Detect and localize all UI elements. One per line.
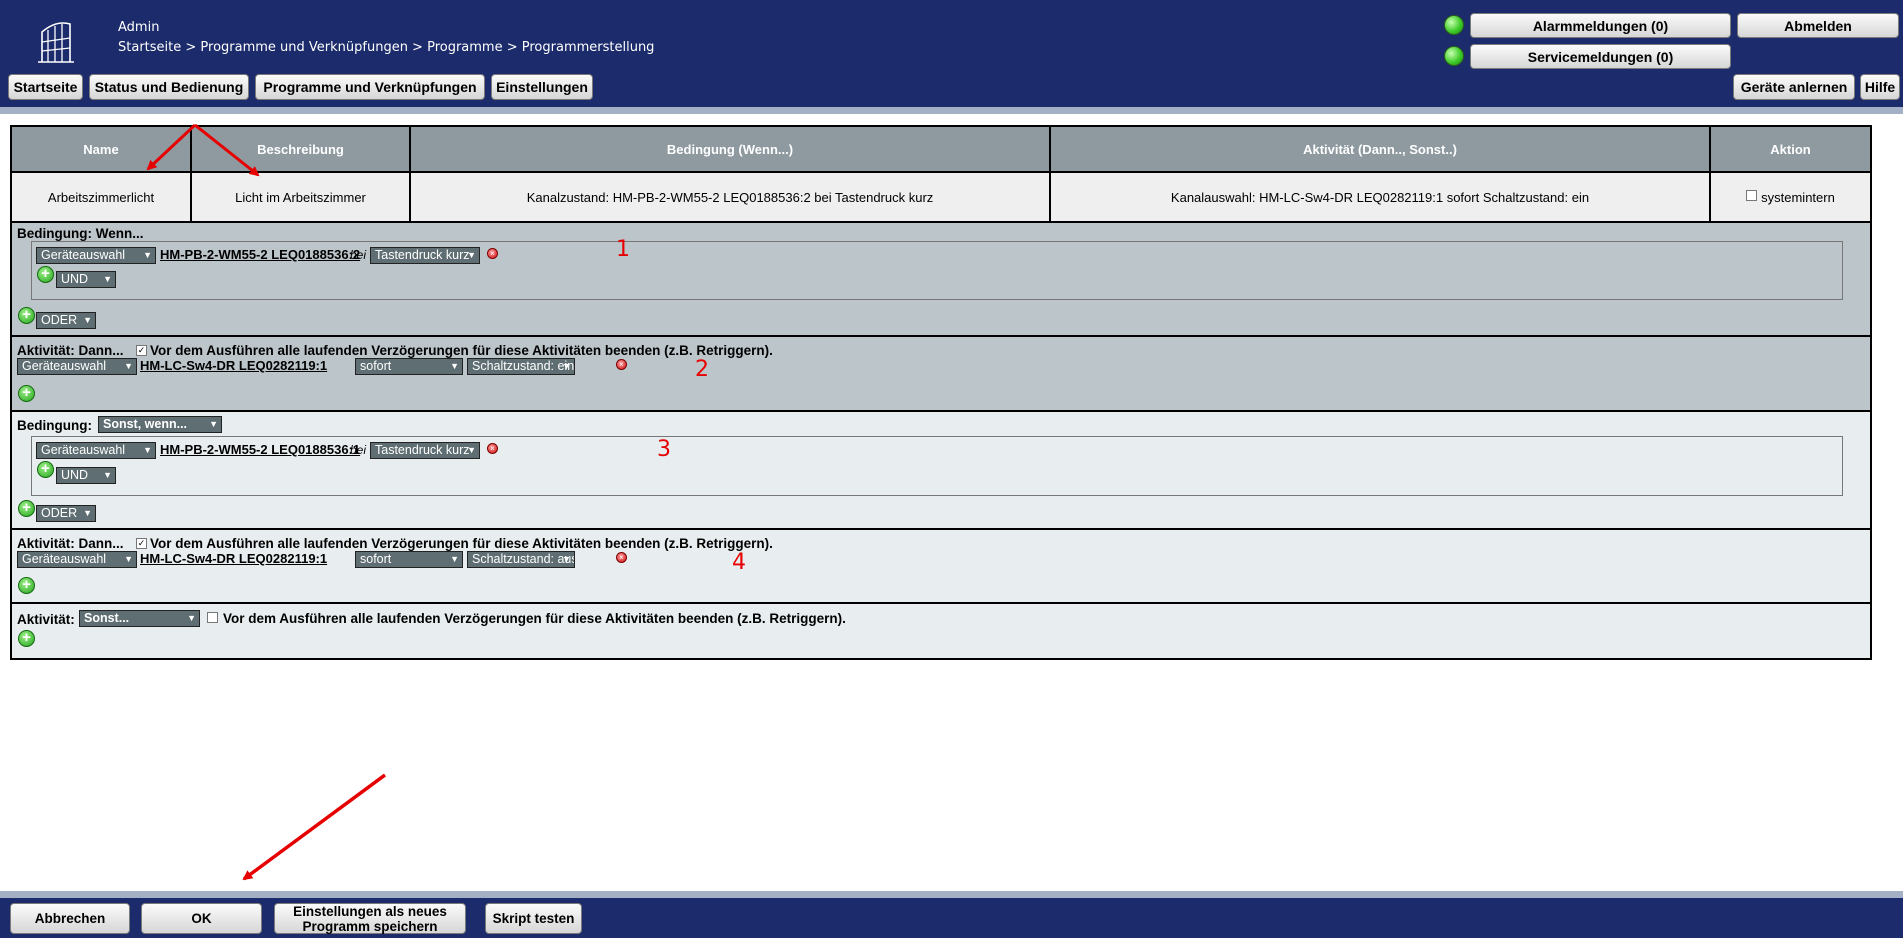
action-cell: systemintern — [1711, 173, 1870, 223]
activity-3-mode-select[interactable]: Sonst... ▼ — [79, 610, 200, 627]
condition-1-bei-label: bei — [350, 248, 367, 262]
nav-status-button[interactable]: Status und Bedienung — [89, 74, 249, 100]
condition-1-trigger-select[interactable]: Tastendruck kurz ▼ — [370, 247, 480, 264]
program-description-cell[interactable]: Licht im Arbeitszimmer — [192, 173, 411, 223]
column-header-description: Beschreibung — [192, 127, 411, 173]
condition-2-title: Bedingung: — [17, 418, 92, 433]
help-button[interactable]: Hilfe — [1860, 74, 1900, 100]
bottom-footer: Abbrechen OK Einstellungen als neues Pro… — [0, 898, 1903, 938]
activity-3-retrigger-label: Vor dem Ausführen alle laufenden Verzöge… — [223, 611, 846, 626]
condition-2-add-or-icon[interactable]: + — [18, 500, 35, 517]
activity-section-1: Aktivität: Dann... ✓ Vor dem Ausführen a… — [12, 337, 1870, 412]
annotation-marker-3: 3 — [657, 437, 671, 462]
activity-summary-cell: Kanalauswahl: HM-LC-Sw4-DR LEQ0282119:1 … — [1051, 173, 1711, 223]
activity-1-retrigger-label: Vor dem Ausführen alle laufenden Verzöge… — [150, 343, 773, 358]
alarm-messages-button[interactable]: Alarmmeldungen (0) — [1470, 13, 1731, 38]
activity-2-device-link[interactable]: HM-LC-Sw4-DR LEQ0282119:1 — [140, 551, 327, 566]
activity-2-retrigger-checkbox[interactable]: ✓ — [136, 538, 147, 549]
save-as-new-line-1: Einstellungen als neues — [293, 903, 447, 919]
annotation-marker-4: 4 — [732, 550, 746, 575]
test-script-button[interactable]: Skript testen — [485, 903, 582, 934]
learn-devices-button[interactable]: Geräte anlernen — [1733, 74, 1855, 100]
condition-2-mode-select[interactable]: Sonst, wenn... ▼ — [98, 416, 222, 433]
column-header-name: Name — [12, 127, 192, 173]
annotation-marker-1: 1 — [616, 237, 630, 262]
condition-section-1: Bedingung: Wenn... Geräteauswahl ▼ HM-PB-… — [12, 223, 1870, 337]
condition-1-delete-icon[interactable]: × — [487, 248, 498, 259]
ok-button[interactable]: OK — [141, 903, 262, 934]
save-as-new-program-button[interactable]: Einstellungen als neues Programm speiche… — [274, 903, 466, 934]
column-header-condition: Bedingung (Wenn...) — [411, 127, 1051, 173]
service-status-led-icon — [1444, 46, 1464, 66]
activity-1-state-select[interactable]: Schaltzustand: ein ▼ — [467, 358, 575, 375]
condition-2-bei-label: bei — [350, 443, 367, 457]
condition-section-2: Bedingung: Sonst, wenn... ▼ Geräteauswahl… — [12, 412, 1870, 530]
systemintern-checkbox[interactable] — [1746, 189, 1758, 201]
condition-2-or-select[interactable]: ODER ▼ — [36, 505, 96, 522]
condition-summary-cell: Kanalzustand: HM-PB-2-WM55-2 LEQ0188536:… — [411, 173, 1051, 223]
annotation-arrow-to-ok — [242, 773, 387, 881]
condition-1-and-select[interactable]: UND ▼ — [56, 271, 116, 288]
condition-1-add-or-icon[interactable]: + — [18, 307, 35, 324]
condition-2-device-link[interactable]: HM-PB-2-WM55-2 LEQ0188536:1 — [160, 442, 360, 457]
header-divider — [0, 107, 1903, 114]
condition-2-delete-icon[interactable]: × — [487, 443, 498, 454]
condition-2-and-select[interactable]: UND ▼ — [56, 467, 116, 484]
top-header: Admin Startseite > Programme und Verknüp… — [0, 0, 1903, 107]
program-editor: Name Beschreibung Bedingung (Wenn...) Ak… — [10, 125, 1872, 660]
homematic-logo-icon — [38, 22, 74, 63]
activity-2-device-select[interactable]: Geräteauswahl ▼ — [17, 551, 137, 568]
activity-3-add-icon[interactable]: + — [18, 630, 35, 647]
activity-2-state-select[interactable]: Schaltzustand: aus ▼ — [467, 551, 575, 568]
logout-button[interactable]: Abmelden — [1737, 13, 1899, 38]
activity-1-add-icon[interactable]: + — [18, 385, 35, 402]
nav-startseite-button[interactable]: Startseite — [8, 74, 83, 100]
breadcrumb: Startseite > Programme und Verknüpfungen… — [118, 40, 655, 55]
activity-section-2: Aktivität: Dann... ✓ Vor dem Ausführen a… — [12, 530, 1870, 604]
nav-programme-button[interactable]: Programme und Verknüpfungen — [255, 74, 485, 100]
condition-2-group: Geräteauswahl ▼ HM-PB-2-WM55-2 LEQ0188536… — [31, 436, 1843, 496]
column-header-activity: Aktivität (Dann.., Sonst..) — [1051, 127, 1711, 173]
condition-1-title: Bedingung: Wenn... — [17, 226, 144, 241]
condition-2-device-select[interactable]: Geräteauswahl ▼ — [36, 442, 156, 459]
annotation-marker-2: 2 — [695, 357, 709, 382]
program-name-cell[interactable]: Arbeitszimmerlicht — [12, 173, 192, 223]
user-name: Admin — [118, 20, 160, 35]
activity-1-title: Aktivität: Dann... — [17, 343, 124, 358]
activity-2-delete-icon[interactable]: × — [616, 552, 627, 563]
condition-2-add-and-icon[interactable]: + — [37, 461, 54, 478]
condition-2-trigger-select[interactable]: Tastendruck kurz ▼ — [370, 442, 480, 459]
activity-1-device-link[interactable]: HM-LC-Sw4-DR LEQ0282119:1 — [140, 358, 327, 373]
footer-divider — [0, 891, 1903, 898]
service-messages-button[interactable]: Servicemeldungen (0) — [1470, 44, 1731, 69]
activity-section-3: Aktivität: Sonst... ▼ Vor dem Ausführen a… — [12, 604, 1870, 658]
activity-2-timing-select[interactable]: sofort ▼ — [355, 551, 463, 568]
activity-2-retrigger-label: Vor dem Ausführen alle laufenden Verzöge… — [150, 536, 773, 551]
activity-2-title: Aktivität: Dann... — [17, 536, 124, 551]
condition-1-device-link[interactable]: HM-PB-2-WM55-2 LEQ0188536:2 — [160, 247, 360, 262]
column-header-action: Aktion — [1711, 127, 1870, 173]
cancel-button[interactable]: Abbrechen — [10, 903, 130, 934]
activity-3-title: Aktivität: — [17, 612, 75, 627]
alarm-status-led-icon — [1444, 15, 1464, 35]
activity-1-retrigger-checkbox[interactable]: ✓ — [136, 345, 147, 356]
nav-einstellungen-button[interactable]: Einstellungen — [491, 74, 593, 100]
activity-1-timing-select[interactable]: sofort ▼ — [355, 358, 463, 375]
condition-1-device-select[interactable]: Geräteauswahl ▼ — [36, 247, 156, 264]
condition-1-add-and-icon[interactable]: + — [37, 266, 54, 283]
systemintern-label: systemintern — [1761, 189, 1835, 205]
condition-1-group: Geräteauswahl ▼ HM-PB-2-WM55-2 LEQ0188536… — [31, 241, 1843, 300]
activity-2-add-icon[interactable]: + — [18, 577, 35, 594]
activity-1-device-select[interactable]: Geräteauswahl ▼ — [17, 358, 137, 375]
save-as-new-line-2: Programm speichern — [302, 918, 438, 934]
activity-1-delete-icon[interactable]: × — [616, 359, 627, 370]
condition-1-or-select[interactable]: ODER ▼ — [36, 312, 96, 329]
activity-3-retrigger-checkbox[interactable] — [207, 612, 218, 623]
